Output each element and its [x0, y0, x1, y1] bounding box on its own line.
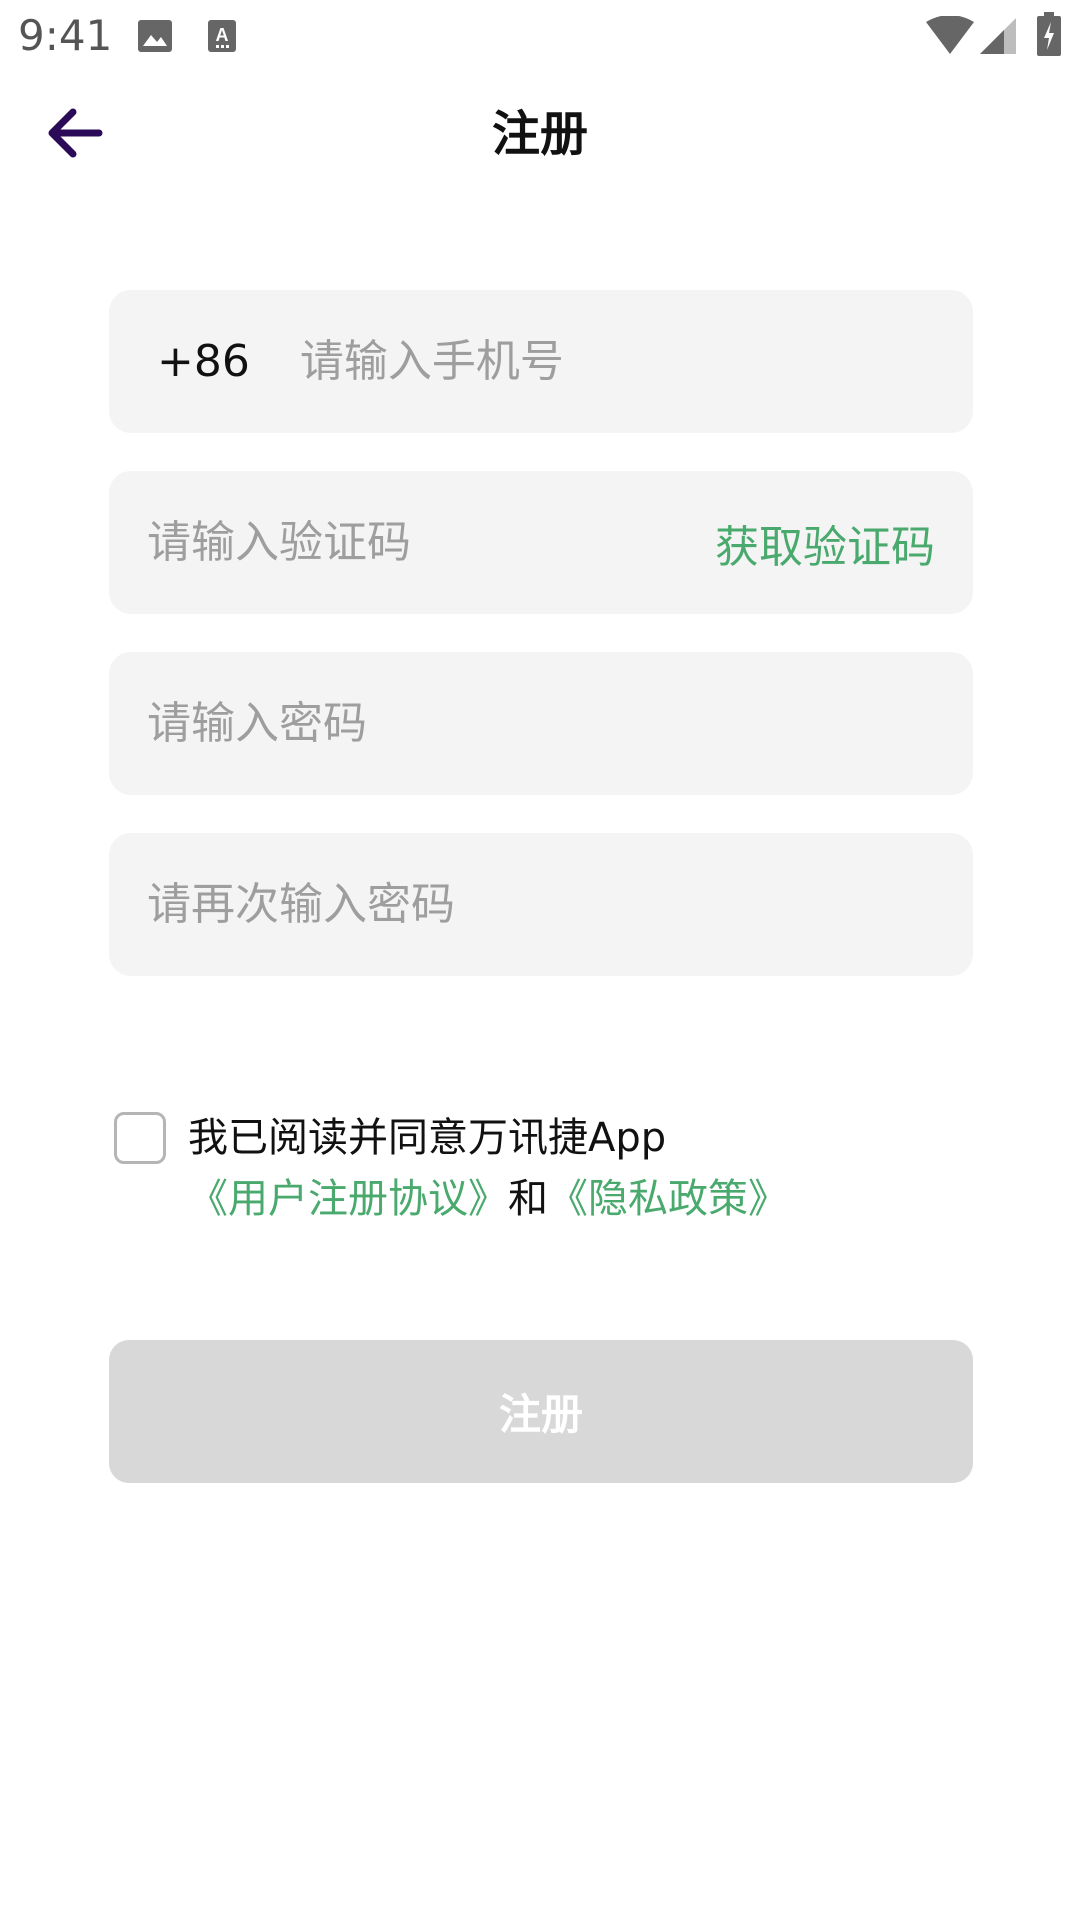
agreement-prefix: 我已阅读并同意万讯捷App	[188, 1115, 667, 1161]
agreement-checkbox[interactable]	[114, 1112, 166, 1164]
confirm-password-input[interactable]	[147, 879, 935, 930]
agreement-text: 我已阅读并同意万讯捷App 《用户注册协议》和《隐私政策》	[188, 1108, 968, 1230]
battery-charging-icon	[1037, 12, 1061, 60]
page-title: 注册	[491, 106, 588, 162]
country-code[interactable]: +86	[157, 336, 250, 387]
password-input[interactable]	[147, 698, 935, 749]
phone-input[interactable]	[299, 336, 935, 387]
register-button[interactable]: 注册	[109, 1340, 973, 1483]
image-icon	[138, 20, 172, 56]
verification-code-field[interactable]: 获取验证码	[109, 471, 973, 614]
signal-icon	[980, 18, 1016, 58]
phone-field[interactable]: +86	[109, 290, 973, 433]
confirm-password-field[interactable]	[109, 833, 973, 976]
user-agreement-link[interactable]: 《用户注册协议》	[188, 1176, 508, 1222]
get-code-button[interactable]: 获取验证码	[715, 511, 935, 575]
app-bar: 注册	[0, 80, 1080, 190]
password-field[interactable]	[109, 652, 973, 795]
keyboard-a-icon: A	[208, 20, 236, 56]
status-time: 9:41	[18, 11, 113, 60]
svg-text:A: A	[216, 25, 229, 45]
agreement-conjunction: 和	[508, 1176, 548, 1222]
wifi-icon	[926, 15, 974, 58]
privacy-policy-link[interactable]: 《隐私政策》	[548, 1176, 788, 1222]
verification-code-input[interactable]	[147, 517, 715, 568]
status-bar: 9:41 A	[0, 0, 1080, 72]
